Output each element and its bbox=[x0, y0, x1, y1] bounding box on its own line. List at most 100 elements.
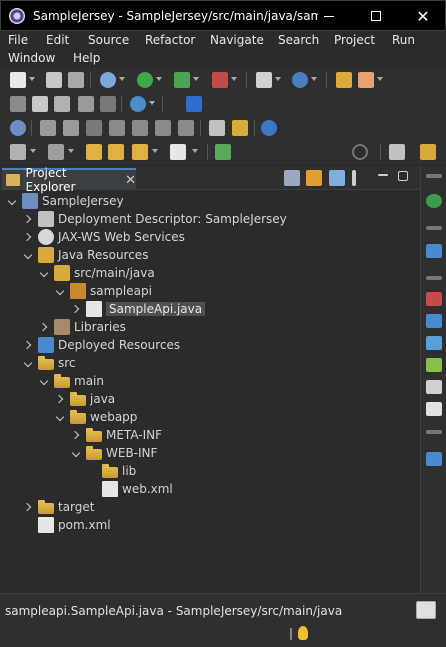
expanded-chevron-icon[interactable] bbox=[24, 250, 34, 260]
collapsed-chevron-icon[interactable] bbox=[72, 304, 82, 314]
console-icon[interactable] bbox=[426, 402, 442, 416]
terminate-icon[interactable] bbox=[86, 120, 102, 136]
resume-icon[interactable] bbox=[40, 120, 56, 136]
save-all-icon[interactable] bbox=[68, 72, 84, 88]
coverage-dropdown-icon[interactable] bbox=[193, 77, 199, 81]
minimize-button[interactable] bbox=[306, 1, 352, 31]
step-into-icon[interactable] bbox=[132, 120, 148, 136]
tree-item[interactable]: Deployed Resources bbox=[24, 336, 180, 354]
task-dropdown-icon[interactable] bbox=[377, 77, 383, 81]
expanded-chevron-icon[interactable] bbox=[40, 268, 50, 278]
progress-icon[interactable] bbox=[426, 452, 442, 466]
close-button[interactable]: ✕ bbox=[400, 1, 446, 31]
collapsed-chevron-icon[interactable] bbox=[24, 502, 34, 512]
tree-item[interactable]: WEB-INF bbox=[72, 444, 157, 462]
markers-icon[interactable] bbox=[426, 292, 442, 306]
new-icon[interactable] bbox=[10, 72, 26, 88]
new-class-dropdown-icon[interactable] bbox=[311, 77, 317, 81]
tree-item[interactable]: src bbox=[24, 354, 76, 372]
toggle-mark-icon[interactable] bbox=[32, 96, 48, 112]
restore-icon[interactable] bbox=[426, 276, 442, 280]
search-icon[interactable] bbox=[352, 144, 368, 160]
task-list-icon[interactable] bbox=[426, 244, 442, 258]
use-step-filters-icon[interactable] bbox=[232, 120, 248, 136]
menu-source[interactable]: Source bbox=[88, 33, 129, 47]
view-menu-icon[interactable] bbox=[352, 170, 356, 186]
new-server-icon[interactable] bbox=[256, 72, 272, 88]
java-ee-perspective-icon[interactable] bbox=[420, 144, 436, 160]
menu-refactor[interactable]: Refactor bbox=[145, 33, 195, 47]
terminal-icon[interactable] bbox=[186, 96, 202, 112]
collapsed-chevron-icon[interactable] bbox=[40, 322, 50, 332]
expanded-chevron-icon[interactable] bbox=[40, 376, 50, 386]
menu-file[interactable]: File bbox=[8, 33, 28, 47]
tree-item[interactable]: web.xml bbox=[88, 480, 173, 498]
collapse-all-icon[interactable] bbox=[284, 170, 300, 186]
collapsed-chevron-icon[interactable] bbox=[24, 232, 34, 242]
step-over-icon[interactable] bbox=[155, 120, 171, 136]
collapsed-chevron-icon[interactable] bbox=[56, 394, 66, 404]
settings-gear-icon[interactable] bbox=[261, 120, 277, 136]
tree-item[interactable]: main bbox=[40, 372, 104, 390]
back-icon[interactable] bbox=[132, 144, 148, 160]
run-icon[interactable] bbox=[137, 72, 153, 88]
lightbulb-icon[interactable] bbox=[298, 626, 308, 640]
show-whitespace-icon[interactable] bbox=[100, 96, 116, 112]
tree-item[interactable]: Libraries bbox=[40, 318, 126, 336]
back-dropdown-icon[interactable] bbox=[152, 149, 158, 153]
properties-icon[interactable] bbox=[426, 314, 442, 328]
tree-item[interactable]: SampleApi.java bbox=[72, 300, 206, 318]
coverage-icon[interactable] bbox=[174, 72, 190, 88]
step-return-icon[interactable] bbox=[178, 120, 194, 136]
new-java-class-icon[interactable] bbox=[292, 72, 308, 88]
snippets-icon[interactable] bbox=[426, 380, 442, 394]
toggle-breadcrumb-icon[interactable] bbox=[10, 144, 26, 160]
tree-item[interactable]: META-INF bbox=[72, 426, 162, 444]
expanded-chevron-icon[interactable] bbox=[24, 358, 34, 368]
run-dropdown-icon[interactable] bbox=[156, 77, 162, 81]
menu-window[interactable]: Window bbox=[8, 51, 55, 65]
tree-item[interactable]: src/main/java bbox=[40, 264, 155, 282]
maximize-button[interactable] bbox=[353, 1, 399, 31]
tab-close-icon[interactable]: ✕ bbox=[125, 173, 136, 188]
restore-icon[interactable] bbox=[426, 226, 442, 230]
disconnect-icon[interactable] bbox=[109, 120, 125, 136]
new-dropdown-icon[interactable] bbox=[29, 77, 35, 81]
open-perspective-icon[interactable] bbox=[389, 144, 405, 160]
expanded-chevron-icon[interactable] bbox=[56, 286, 66, 296]
filter-icon[interactable] bbox=[329, 170, 345, 186]
word-wrap-icon[interactable] bbox=[78, 96, 94, 112]
outline-icon[interactable] bbox=[426, 194, 442, 208]
skip-breakpoints-icon[interactable] bbox=[10, 120, 26, 136]
expanded-chevron-icon[interactable] bbox=[56, 412, 66, 422]
previous-annotation-icon[interactable] bbox=[86, 144, 102, 160]
data-source-icon[interactable] bbox=[426, 358, 442, 372]
minimize-view-icon[interactable] bbox=[378, 174, 388, 176]
pin-dropdown-icon[interactable] bbox=[68, 149, 74, 153]
menu-edit[interactable]: Edit bbox=[46, 33, 69, 47]
menu-help[interactable]: Help bbox=[73, 51, 100, 65]
breadcrumb-dropdown-icon[interactable] bbox=[30, 149, 36, 153]
forward-dropdown-icon[interactable] bbox=[192, 149, 198, 153]
collapsed-chevron-icon[interactable] bbox=[24, 214, 34, 224]
tree-item[interactable]: lib bbox=[88, 462, 136, 480]
tree-item[interactable]: java bbox=[56, 390, 115, 408]
save-icon[interactable] bbox=[46, 72, 62, 88]
menu-navigate[interactable]: Navigate bbox=[210, 33, 264, 47]
tree-item[interactable]: Java Resources bbox=[24, 246, 148, 264]
pin-editor-icon[interactable] bbox=[48, 144, 64, 160]
expanded-chevron-icon[interactable] bbox=[72, 448, 82, 458]
collapsed-chevron-icon[interactable] bbox=[24, 340, 34, 350]
tab-project-explorer[interactable]: Project Explorer ✕ bbox=[2, 166, 136, 194]
debug-icon[interactable] bbox=[100, 72, 116, 88]
open-task-icon[interactable] bbox=[358, 72, 374, 88]
external-tools-dropdown-icon[interactable] bbox=[231, 77, 237, 81]
menu-project[interactable]: Project bbox=[334, 33, 375, 47]
open-perspective-status-icon[interactable] bbox=[416, 601, 436, 619]
expanded-chevron-icon[interactable] bbox=[8, 196, 18, 206]
menu-run[interactable]: Run bbox=[392, 33, 415, 47]
open-type-icon[interactable] bbox=[336, 72, 352, 88]
maximize-view-icon[interactable] bbox=[398, 171, 408, 181]
browser-dropdown-icon[interactable] bbox=[149, 101, 155, 105]
link-with-editor-icon[interactable] bbox=[306, 170, 322, 186]
